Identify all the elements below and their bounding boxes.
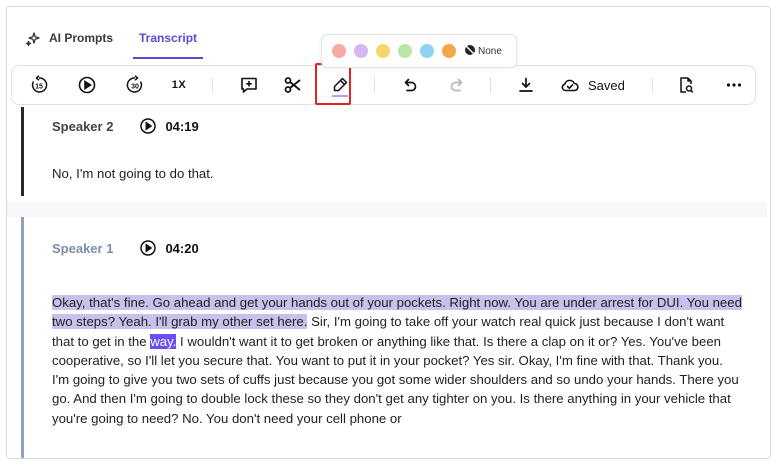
speaker-name[interactable]: Speaker 2 xyxy=(52,119,113,134)
more-horizontal-icon xyxy=(725,76,743,94)
tab-bar: AI Prompts Transcript xyxy=(19,25,204,65)
tab-transcript-label: Transcript xyxy=(139,31,198,45)
segment-indicator-bar xyxy=(21,107,24,196)
app-frame: AI Prompts Transcript None 15 30 1X Save… xyxy=(6,6,771,459)
svg-text:30: 30 xyxy=(131,83,139,90)
segment-timestamp[interactable]: 04:20 xyxy=(165,241,198,256)
transcript-segment: Speaker 1 04:20 Okay, that's fine. Go ah… xyxy=(7,217,767,458)
scissors-icon xyxy=(283,75,303,95)
playback-speed-button[interactable]: 1X xyxy=(162,66,196,104)
segment-indicator-bar xyxy=(21,217,24,458)
svg-text:15: 15 xyxy=(35,83,43,90)
active-color-indicator xyxy=(332,95,348,97)
tab-ai-prompts-label: AI Prompts xyxy=(49,31,114,45)
color-none-option[interactable]: None xyxy=(464,44,502,59)
transcript-toolbar: 15 30 1X Saved xyxy=(11,65,756,105)
playback-speed-label: 1X xyxy=(171,79,187,91)
play-icon xyxy=(77,75,97,95)
download-button[interactable] xyxy=(510,66,542,104)
color-swatch-yellow[interactable] xyxy=(376,44,390,58)
selected-word[interactable]: way. xyxy=(150,333,177,349)
forward-30-button[interactable]: 30 xyxy=(118,66,152,104)
tab-ai-prompts[interactable]: AI Prompts xyxy=(19,25,119,61)
redo-button[interactable] xyxy=(442,66,472,104)
download-icon xyxy=(517,76,535,94)
toolbar-divider xyxy=(652,77,653,93)
rewind-15-button[interactable]: 15 xyxy=(22,66,56,104)
transcript-segment: Speaker 2 04:19 No, I'm not going to do … xyxy=(7,107,767,202)
more-options-button[interactable] xyxy=(718,66,750,104)
play-segment-icon[interactable] xyxy=(139,239,157,257)
cloud-check-icon xyxy=(560,76,580,94)
toolbar-divider xyxy=(374,77,375,93)
sparkle-icon xyxy=(25,31,41,47)
color-swatch-red[interactable] xyxy=(332,44,346,58)
color-swatch-orange[interactable] xyxy=(442,44,456,58)
highlighter-pen-icon xyxy=(331,76,349,94)
toolbar-divider xyxy=(212,77,213,93)
add-comment-icon xyxy=(239,75,259,95)
highlight-pen-button[interactable] xyxy=(325,66,355,104)
toolbar-divider xyxy=(490,77,491,93)
saved-status: Saved xyxy=(560,66,630,104)
document-search-icon xyxy=(677,76,695,94)
no-highlight-icon xyxy=(464,44,478,59)
color-swatch-purple[interactable] xyxy=(354,44,368,58)
color-swatch-green[interactable] xyxy=(398,44,412,58)
color-none-label: None xyxy=(478,45,502,57)
add-comment-button[interactable] xyxy=(232,66,266,104)
segment-header: Speaker 2 04:19 xyxy=(52,117,199,135)
segment-timestamp[interactable]: 04:19 xyxy=(165,119,198,134)
highlight-color-picker: None xyxy=(321,34,517,68)
undo-icon xyxy=(401,76,419,94)
speaker-name[interactable]: Speaker 1 xyxy=(52,241,113,256)
cut-button[interactable] xyxy=(276,66,310,104)
saved-label: Saved xyxy=(588,77,625,93)
rewind-15-icon: 15 xyxy=(29,75,49,95)
tab-transcript[interactable]: Transcript xyxy=(133,25,204,61)
forward-30-icon: 30 xyxy=(125,75,145,95)
find-in-document-button[interactable] xyxy=(670,66,702,104)
segment-text[interactable]: No, I'm not going to do that. xyxy=(52,164,742,183)
segment-text[interactable]: Okay, that's fine. Go ahead and get your… xyxy=(52,293,742,428)
play-button[interactable] xyxy=(70,66,104,104)
segment-header: Speaker 1 04:20 xyxy=(52,239,199,257)
redo-icon xyxy=(448,76,466,94)
color-swatch-blue[interactable] xyxy=(420,44,434,58)
play-segment-icon[interactable] xyxy=(139,117,157,135)
undo-button[interactable] xyxy=(395,66,425,104)
transcript-area: Speaker 2 04:19 No, I'm not going to do … xyxy=(7,107,767,458)
